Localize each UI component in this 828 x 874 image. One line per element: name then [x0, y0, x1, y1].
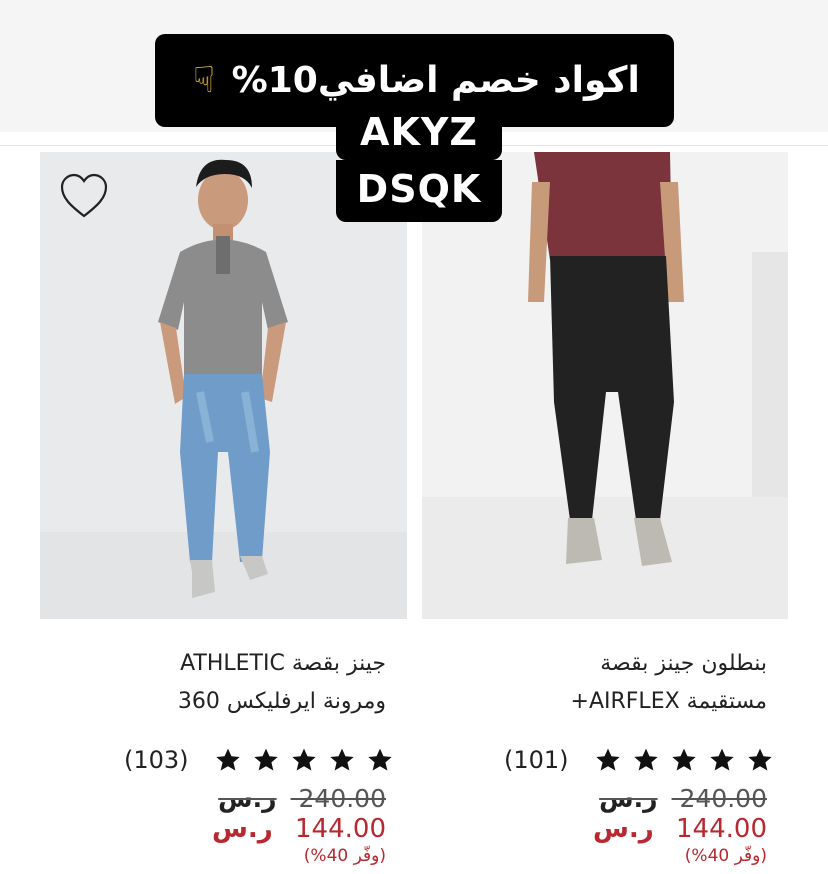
savings-label: (وفّر 40%)	[303, 846, 386, 866]
price-amount: 240.00	[298, 784, 386, 813]
price-amount: 144.00	[295, 814, 386, 844]
star-icon	[709, 748, 734, 771]
original-price: 240.00 ر.س	[150, 784, 386, 813]
promo-code-1: AKYZ	[336, 104, 502, 160]
promo-code-2: DSQK	[336, 160, 502, 222]
star-icon	[215, 748, 240, 771]
star-icon	[747, 748, 772, 771]
product-rating: (101)	[504, 740, 773, 780]
currency-label: ر.س	[599, 784, 658, 813]
product-rating: (103)	[124, 740, 393, 780]
pointing-down-hand-icon: ☟	[193, 60, 216, 101]
star-icon	[671, 748, 696, 771]
product-title[interactable]: بنطلون جينز بقصة مستقيمة AIRFLEX+	[470, 645, 767, 721]
sale-price: 144.00 ر.س	[150, 814, 386, 844]
currency-label: ر.س	[593, 814, 654, 844]
star-icon	[329, 748, 354, 771]
star-icon	[595, 748, 620, 771]
star-icon	[633, 748, 658, 771]
review-count: (101)	[504, 746, 569, 774]
product-title-line: بنطلون جينز بقصة	[600, 651, 767, 676]
product-image-athletic-jeans[interactable]	[40, 152, 407, 619]
heart-outline-icon[interactable]	[59, 172, 109, 220]
price-amount: 240.00	[679, 784, 767, 813]
star-icon	[291, 748, 316, 771]
original-price: 240.00 ر.س	[530, 784, 767, 813]
product-title-line: جينز بقصة ATHLETIC	[180, 651, 386, 676]
currency-label: ر.س	[218, 784, 277, 813]
star-icon	[367, 748, 392, 771]
product-title-line: مستقيمة AIRFLEX+	[570, 689, 767, 714]
currency-label: ر.س	[212, 814, 273, 844]
sale-price: 144.00 ر.س	[530, 814, 767, 844]
product-title[interactable]: جينز بقصة ATHLETIC ومرونة ايرفليكس 360	[100, 645, 386, 721]
model-illustration	[40, 152, 407, 619]
promo-title: اكواد خصم اضافي10%	[231, 60, 640, 101]
star-icon	[253, 748, 278, 771]
product-image-airflex-pants[interactable]	[422, 152, 788, 619]
product-title-line: ومرونة ايرفليكس 360	[177, 689, 386, 714]
review-count: (103)	[124, 746, 189, 774]
price-amount: 144.00	[676, 814, 767, 844]
savings-label: (وفّر 40%)	[684, 846, 767, 866]
model-illustration	[422, 152, 788, 619]
